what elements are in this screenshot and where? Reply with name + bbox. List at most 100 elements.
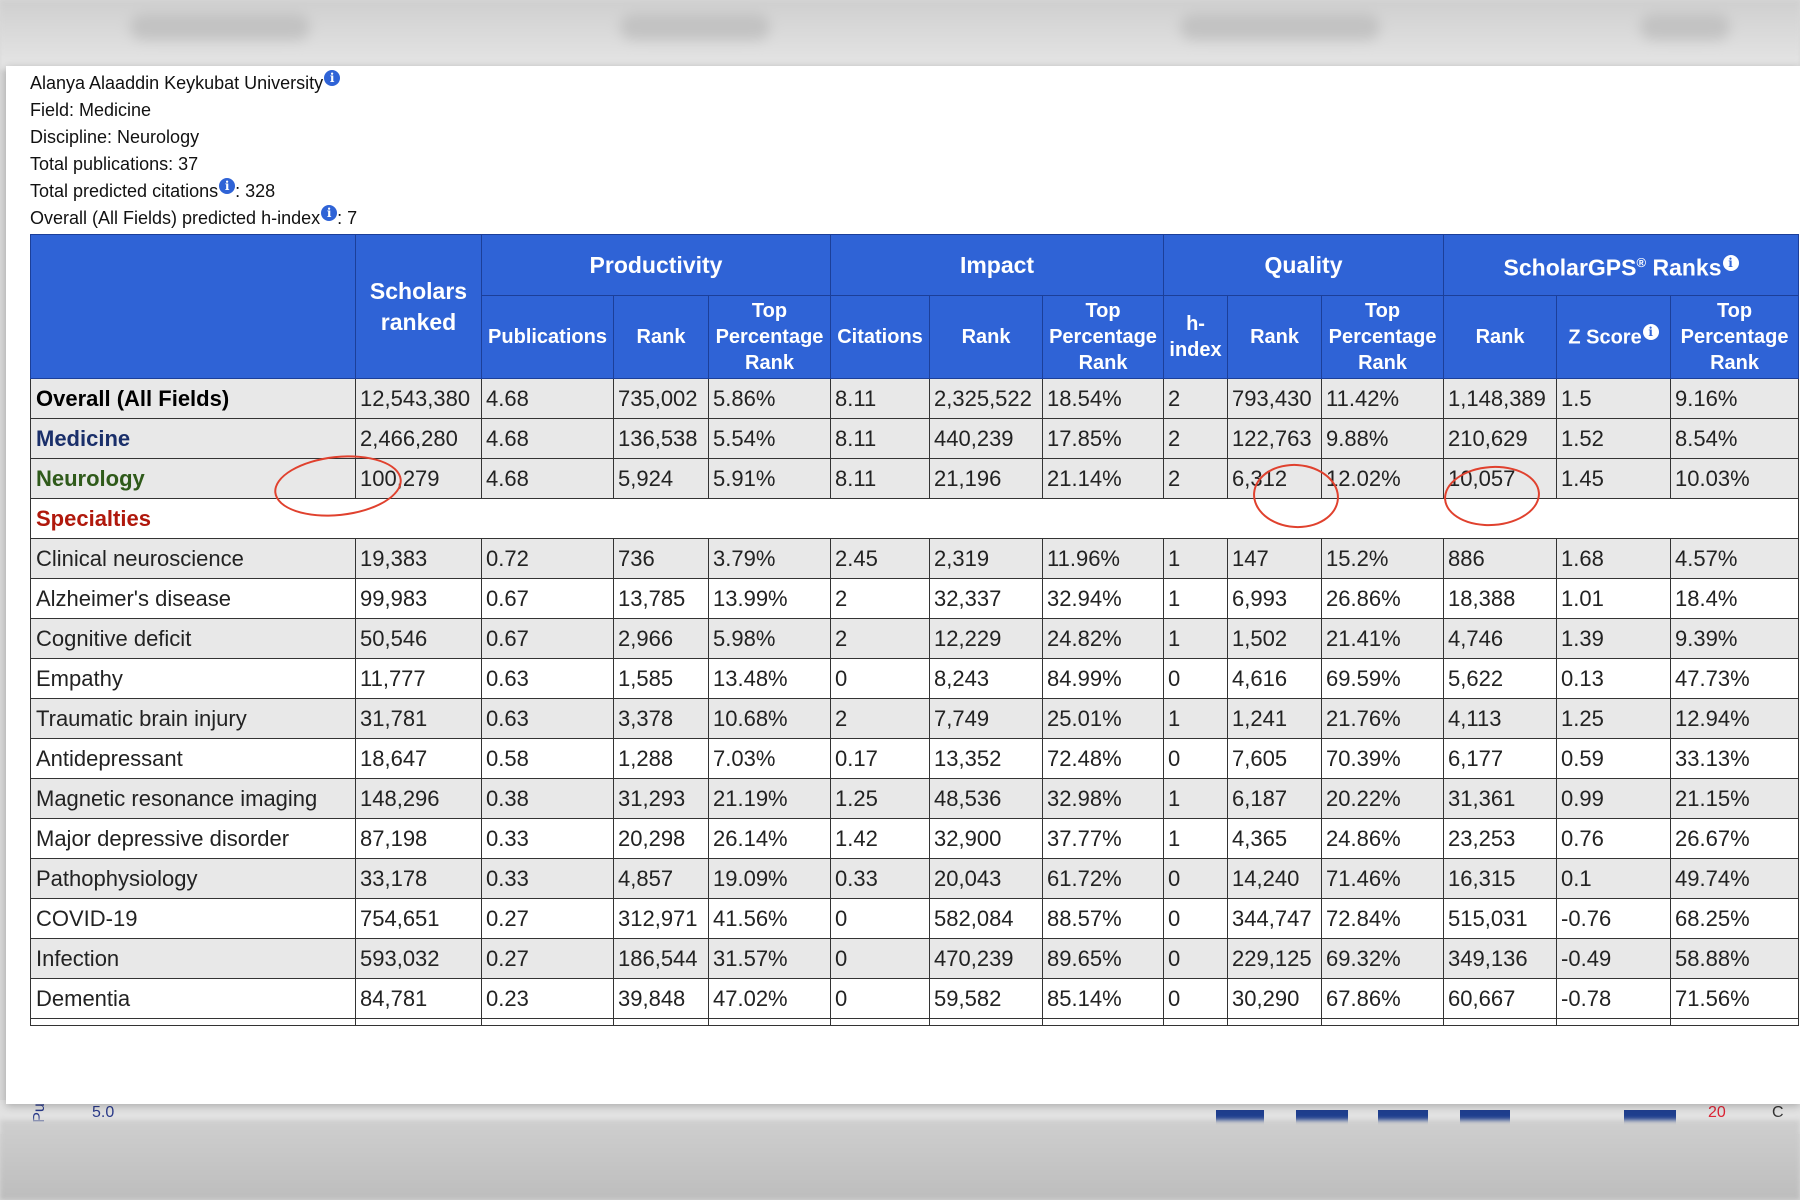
specialty-row: Empathy 11,777 0.63 1,585 13.48% 0 8,243 84.99%…: [30, 658, 1800, 699]
table-cell: 2: [830, 578, 931, 619]
specialty-row: Dementia 84,781 0.23 39,848 47.02% 0 59,582 85.…: [30, 978, 1800, 1019]
info-icon[interactable]: i: [1722, 254, 1739, 271]
table-cell: -0.76: [1556, 898, 1672, 939]
table-cell: 1.25: [1556, 698, 1672, 739]
table-cell: 6,993: [1227, 578, 1323, 619]
table-cell: 4,746: [1443, 618, 1558, 659]
table-cell: 4,113: [1443, 698, 1558, 739]
productivity-top-pct-header: Top Percentage Rank: [707, 295, 832, 379]
table-cell: 2,966: [613, 618, 709, 659]
info-icon[interactable]: i: [321, 205, 338, 221]
table-cell: [1556, 1018, 1672, 1026]
table-cell: 15.2%: [1321, 538, 1445, 579]
scholargps-ranks-header: ScholarGPS® Ranks i: [1443, 234, 1800, 296]
table-cell: 1.68: [1556, 538, 1672, 579]
table-cell: 30,290: [1227, 978, 1323, 1019]
table-cell: 1: [1163, 578, 1229, 619]
table-cell: 49.74%: [1670, 858, 1800, 899]
table-cell: 210,629: [1443, 418, 1558, 459]
table-cell: 25.01%: [1042, 698, 1165, 739]
table-cell: 0: [1163, 858, 1229, 899]
row-label: Cognitive deficit: [30, 618, 356, 659]
table-cell: 4,365: [1227, 818, 1323, 859]
hindex-line: Overall (All Fields) predicted h-index i:…: [30, 205, 357, 232]
blurred-background-bottom: [0, 1120, 1800, 1200]
quality-top-pct-header: Top Percentage Rank: [1321, 295, 1445, 379]
info-icon[interactable]: i: [1642, 323, 1659, 340]
specialty-row: Infection 593,032 0.27 186,544 31.57% 0 470,23…: [30, 938, 1800, 979]
table-cell: 440,239: [929, 418, 1044, 459]
table-cell: 4,857: [613, 858, 709, 899]
table-cell: 33.13%: [1670, 738, 1800, 779]
row-label: Empathy: [30, 658, 356, 699]
table-cell: 1,288: [613, 738, 709, 779]
table-cell: 10,057: [1443, 458, 1558, 499]
table-cell: 7,749: [929, 698, 1044, 739]
table-cell: 69.59%: [1321, 658, 1445, 699]
table-cell: 9.16%: [1670, 378, 1800, 419]
table-cell: [613, 1018, 709, 1026]
table-cell: 13,785: [613, 578, 709, 619]
table-cell: 13.99%: [707, 578, 832, 619]
table-cell: 11.96%: [1042, 538, 1165, 579]
table-cell: 3,378: [613, 698, 709, 739]
table-cell: 12.94%: [1670, 698, 1800, 739]
hindex-label: Overall (All Fields) predicted h-index: [30, 208, 321, 228]
table-cell: 58.88%: [1670, 938, 1800, 979]
table-cell: 1.42: [830, 818, 931, 859]
table-cell: 7,605: [1227, 738, 1323, 779]
table-cell: 4.57%: [1670, 538, 1800, 579]
specialties-row: Specialties: [29, 498, 1800, 539]
table-cell: 593,032: [355, 938, 482, 979]
specialty-row: Magnetic resonance imaging 148,296 0.38 31,…: [30, 778, 1800, 819]
table-cell: 515,031: [1443, 898, 1558, 939]
medicine-row: Medicine 2,466,280 4.68 136,538 5.54% 8.11 440…: [30, 418, 1800, 459]
table-cell: 5.54%: [707, 418, 832, 459]
table-cell: 136,538: [613, 418, 709, 459]
specialty-row: Antidepressant 18,647 0.58 1,288 7.03% 0.17 13…: [30, 738, 1800, 779]
table-cell: 2: [1163, 458, 1229, 499]
table-cell: 21.19%: [707, 778, 832, 819]
table-cell: 4.68: [481, 418, 614, 459]
table-cell: 736: [613, 538, 709, 579]
table-cell: 0: [1163, 658, 1229, 699]
quality-rank-header: Rank: [1227, 295, 1323, 379]
table-cell: 0.33: [481, 858, 614, 899]
table-cell: 12.02%: [1321, 458, 1445, 499]
table-cell: 0.17: [830, 738, 931, 779]
table-cell: 24.82%: [1042, 618, 1165, 659]
table-cell: 0.63: [481, 658, 614, 699]
ranking-card: Alanya Alaaddin Keykubat University i Fie…: [6, 66, 1800, 1104]
table-cell: 11.42%: [1321, 378, 1445, 419]
table-cell: 0.13: [1556, 658, 1672, 699]
table-body: Overall (All Fields) 12,543,380 4.68 735,00…: [29, 378, 1800, 1026]
table-cell: 1,241: [1227, 698, 1323, 739]
university-name: Alanya Alaaddin Keykubat University: [30, 73, 324, 93]
table-cell: 21.41%: [1321, 618, 1445, 659]
table-cell: 12,543,380: [355, 378, 482, 419]
table-cell: -0.49: [1556, 938, 1672, 979]
info-block: Alanya Alaaddin Keykubat University i Fie…: [30, 70, 357, 232]
row-label: Magnetic resonance imaging: [30, 778, 356, 819]
table-cell: 349,136: [1443, 938, 1558, 979]
table-cell: 33,178: [355, 858, 482, 899]
table-cell: 9.39%: [1670, 618, 1800, 659]
table-cell: 0.76: [1556, 818, 1672, 859]
specialty-row: Pathophysiology 33,178 0.33 4,857 19.09% 0.33…: [30, 858, 1800, 899]
table-cell: 148,296: [355, 778, 482, 819]
table-cell: 8,243: [929, 658, 1044, 699]
specialty-row: Alzheimer's disease 99,983 0.67 13,785 13.99…: [30, 578, 1800, 619]
table-cell: 793,430: [1227, 378, 1323, 419]
table-cell: 186,544: [613, 938, 709, 979]
table-cell: [30, 1018, 356, 1026]
table-cell: 5,622: [1443, 658, 1558, 699]
row-label: Overall (All Fields): [30, 378, 356, 419]
info-icon[interactable]: i: [219, 178, 236, 194]
table-cell: 0.27: [481, 898, 614, 939]
table-cell: 71.56%: [1670, 978, 1800, 1019]
table-cell: [929, 1018, 1044, 1026]
discipline-line: Discipline: Neurology: [30, 127, 200, 147]
info-icon[interactable]: i: [324, 70, 341, 86]
table-cell: 16,315: [1443, 858, 1558, 899]
group-header-row: Scholars ranked Productivity Impact Qual…: [30, 234, 1800, 379]
